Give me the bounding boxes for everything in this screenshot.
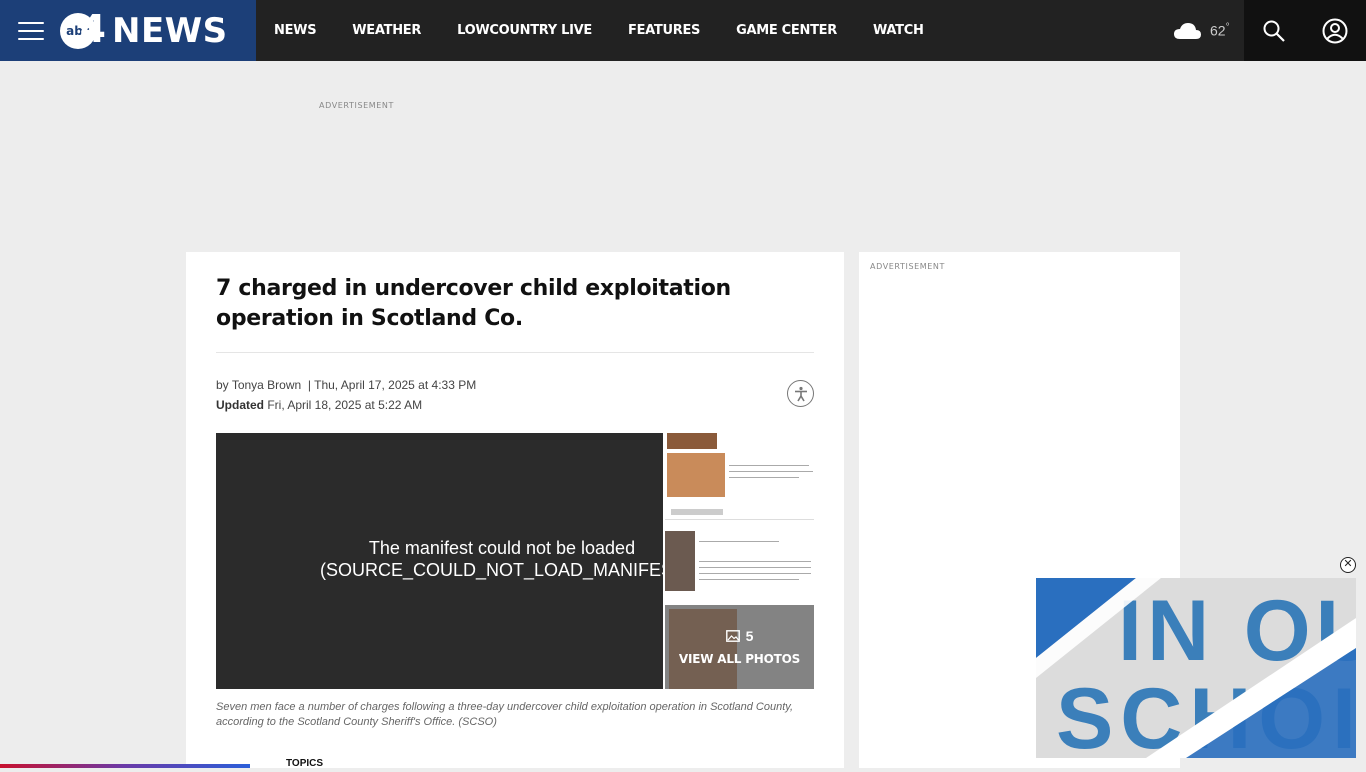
photo-gallery[interactable]: 5 VIEW ALL PHOTOS [665,433,814,689]
brand-area: abc 4 NEWS [0,0,256,61]
view-all-photos-label: VIEW ALL PHOTOS [678,652,801,666]
account-icon[interactable] [1322,18,1348,44]
top-ad-label: ADVERTISEMENT [319,101,395,110]
gallery-thumb-3 [665,531,695,591]
nav-game-center[interactable]: GAME CENTER [736,23,837,38]
author-name[interactable]: Tonya Brown [232,378,301,392]
accessibility-icon[interactable] [787,380,814,407]
gallery-doc-line [729,471,813,472]
logo-abc-badge: abc 4 [60,7,106,51]
view-all-photos-button[interactable]: 5 VIEW ALL PHOTOS [665,605,814,689]
cloud-icon [1174,22,1201,39]
photo-caption: Seven men face a number of charges follo… [216,701,794,728]
nav-weather[interactable]: WEATHER [352,23,421,38]
nav-features[interactable]: FEATURES [628,23,700,38]
reading-progress-bar [0,764,250,768]
byline-prefix: by [216,378,229,392]
main-nav: NEWS WEATHER LOWCOUNTRY LIVE FEATURES GA… [256,0,960,61]
logo-text: NEWS [112,10,228,51]
gallery-doc-line [699,541,779,542]
gallery-doc-line [665,519,814,520]
top-navigation-bar: abc 4 NEWS NEWS WEATHER LOWCOUNTRY LIVE … [0,0,1366,61]
menu-icon[interactable] [18,21,44,40]
player-error-line2: (SOURCE_COULD_NOT_LOAD_MANIFEST [319,560,663,580]
gallery-doc-line [699,573,811,574]
weather-widget[interactable]: 62° [1172,0,1230,61]
search-icon[interactable] [1262,19,1286,43]
gallery-doc-line [699,567,811,568]
article-card: 7 charged in undercover child exploitati… [186,252,844,769]
gallery-doc-line [671,509,723,515]
gallery-doc-line [699,561,811,562]
weather-temp: 62 [1210,22,1226,39]
player-error-message: The manifest could not be loaded (SOURCE… [272,537,663,581]
player-error-line1: The manifest could not be loaded [368,538,636,558]
site-logo[interactable]: abc 4 NEWS [60,7,228,51]
video-player[interactable]: The manifest could not be loaded (SOURCE… [216,433,663,689]
gallery-thumb-2 [667,453,725,497]
utility-area [1244,0,1366,61]
published-date: Thu, April 17, 2025 at 4:33 PM [314,378,477,392]
floating-video-frame: IN OU SCHOI [1036,578,1356,758]
topics-label: TOPICS [286,758,324,769]
close-icon[interactable]: ✕ [1340,557,1356,573]
updated-date: Fri, April 18, 2025 at 5:22 AM [267,398,423,412]
photo-count: 5 [745,628,754,644]
gallery-thumb-1 [667,433,717,449]
article-byline: by Tonya Brown | Thu, April 17, 2025 at … [216,375,476,415]
nav-news[interactable]: NEWS [274,23,317,38]
topics-bar: TOPICS [216,758,816,772]
logo-number: 4 [79,6,106,51]
article-headline: 7 charged in undercover child exploitati… [216,276,731,331]
gallery-doc-line [729,465,809,466]
sidebar-ad-label: ADVERTISEMENT [870,262,946,271]
headline-divider [216,352,814,353]
floating-video-player[interactable]: IN OU SCHOI [1036,578,1356,758]
nav-watch[interactable]: WATCH [873,23,924,38]
nav-lowcountry-live[interactable]: LOWCOUNTRY LIVE [457,23,592,38]
weather-unit: ° [1225,22,1230,34]
gallery-doc-line [699,579,799,580]
photos-icon [725,630,740,642]
gallery-doc-line [729,477,799,478]
byline-separator: | [304,378,311,392]
updated-label: Updated [216,398,264,412]
